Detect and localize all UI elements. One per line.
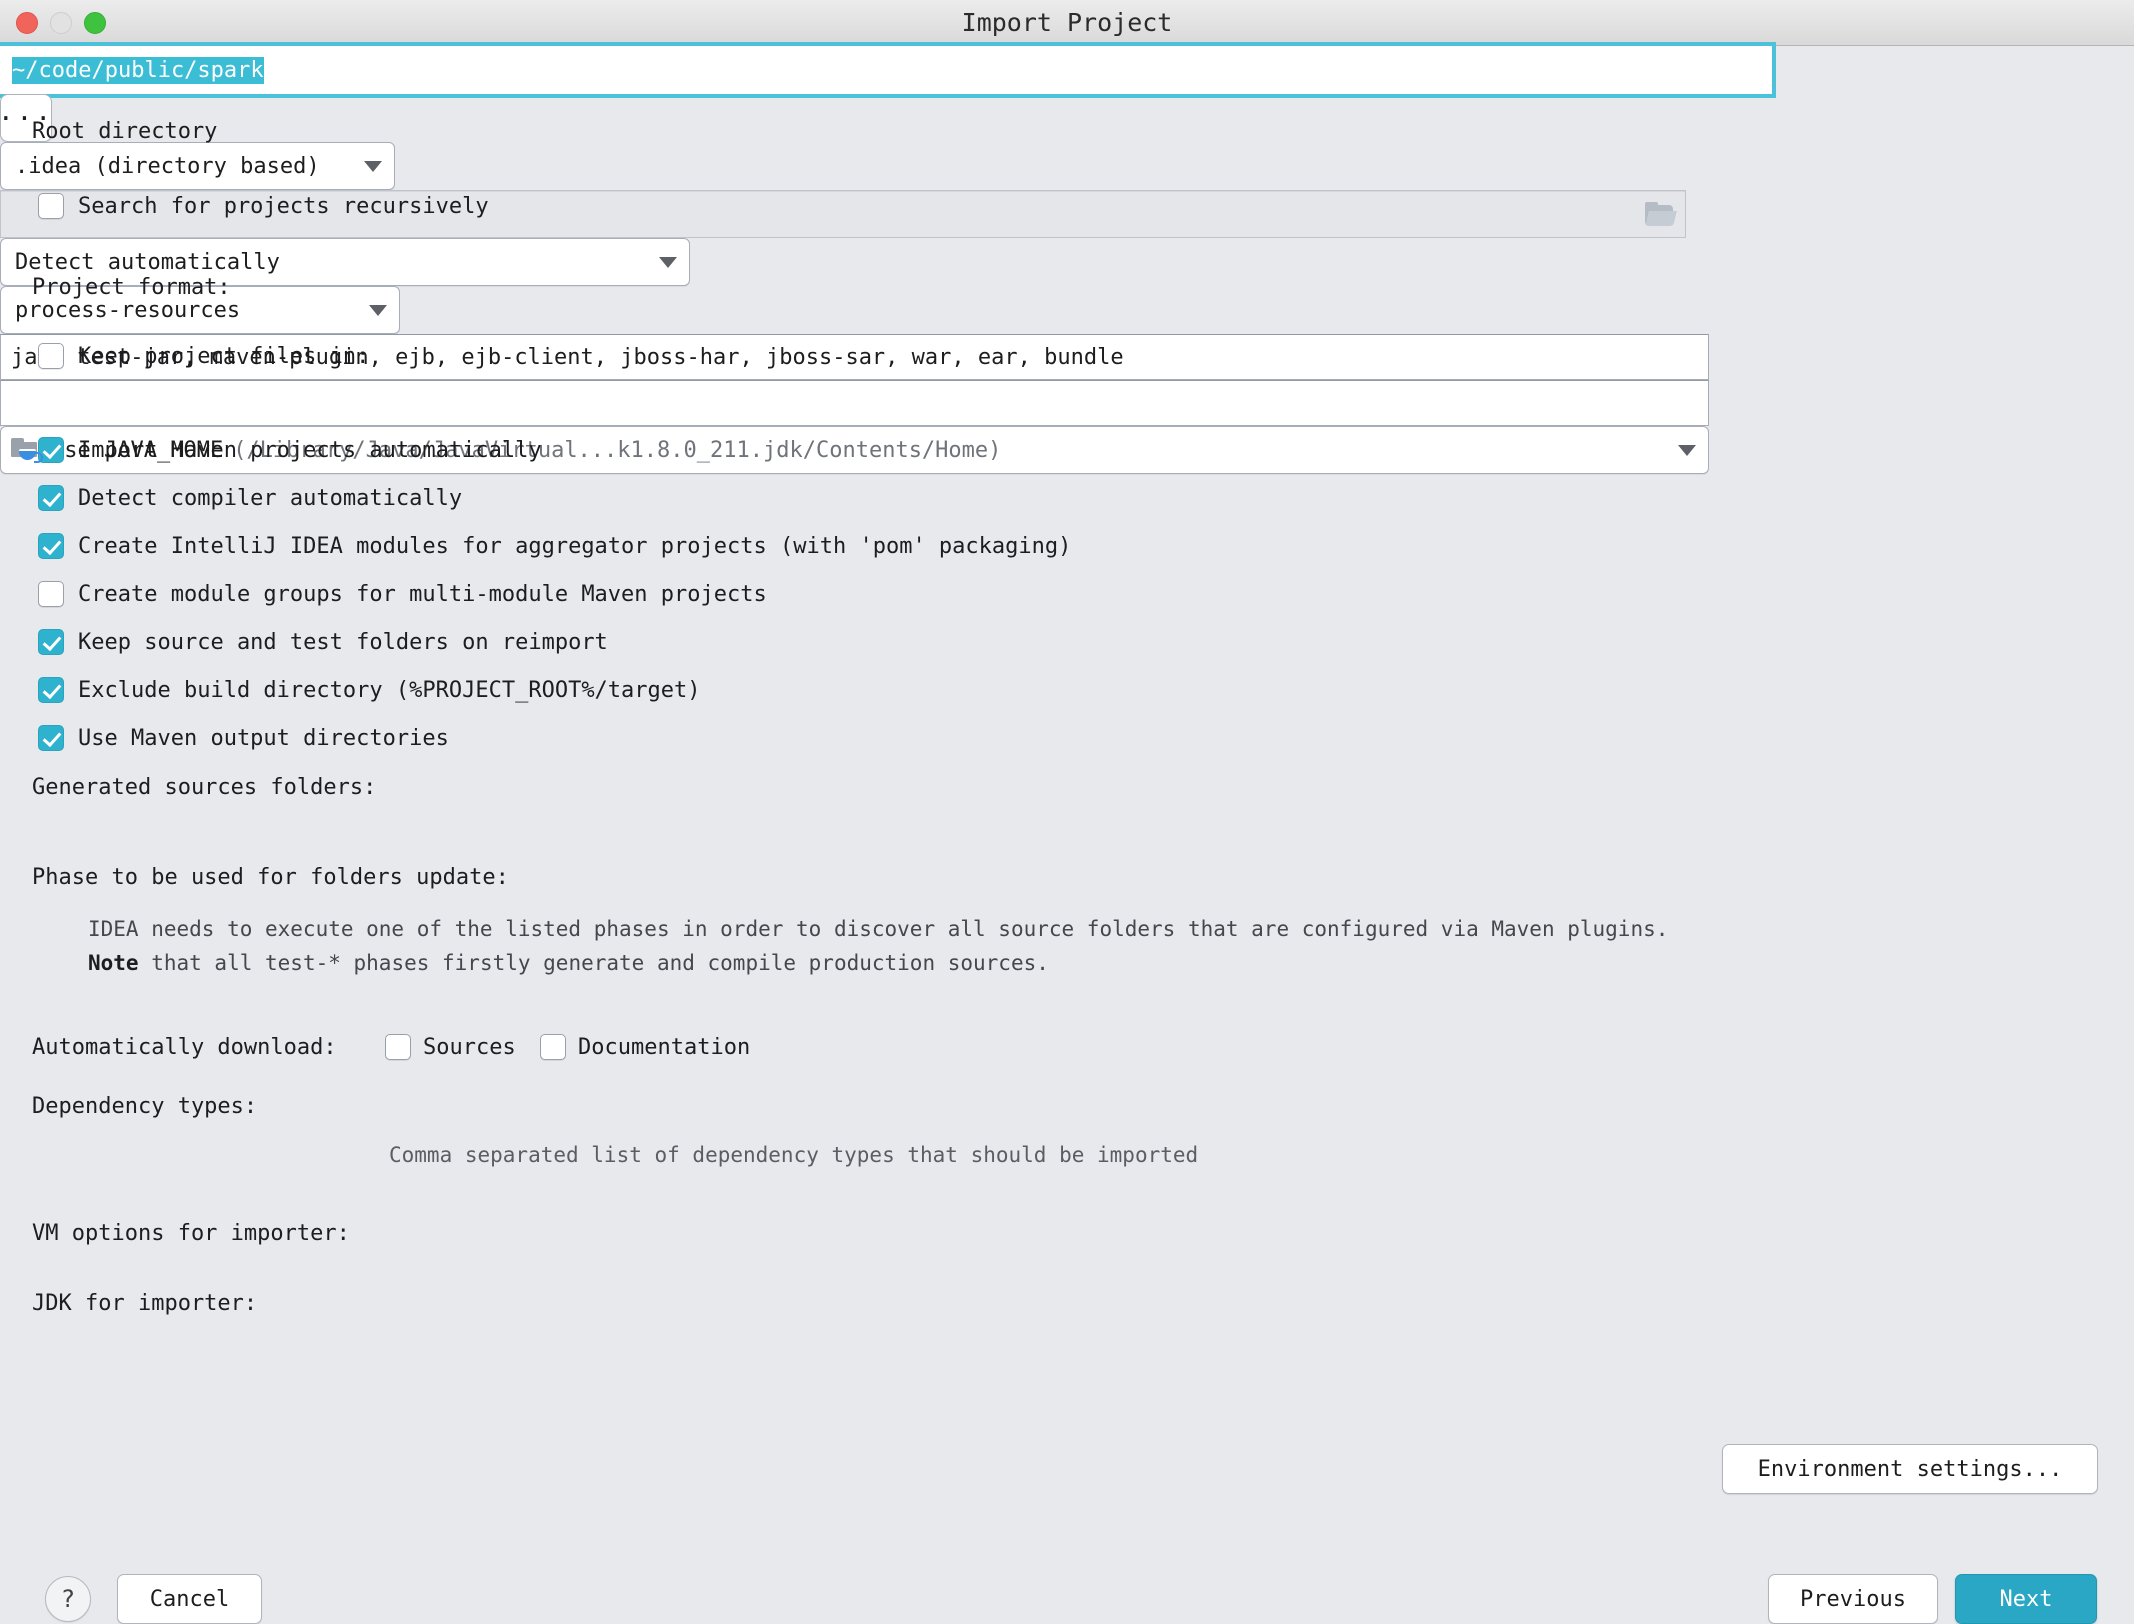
dependency-types-label-wrap: Dependency types: bbox=[32, 1094, 257, 1119]
keep-source-test-folders-checkbox[interactable] bbox=[38, 629, 64, 655]
use-maven-output-directories-label: Use Maven output directories bbox=[78, 725, 449, 751]
checkbox-row-create-modules[interactable]: Create IntelliJ IDEA modules for aggrega… bbox=[38, 522, 1071, 570]
project-format-label-wrap: Project format: bbox=[32, 275, 231, 300]
cancel-button[interactable]: Cancel bbox=[117, 1574, 262, 1624]
help-button[interactable]: ? bbox=[45, 1576, 91, 1622]
window-title: Import Project bbox=[961, 8, 1173, 37]
vm-options-label-wrap: VM options for importer: bbox=[32, 1221, 350, 1246]
chevron-down-icon bbox=[659, 256, 677, 268]
close-window-icon[interactable] bbox=[16, 11, 38, 34]
window-titlebar: Import Project bbox=[0, 0, 2134, 46]
root-directory-label: Root directory bbox=[32, 119, 218, 144]
generated-sources-value: Detect automatically bbox=[15, 249, 280, 275]
phase-note-line1: IDEA needs to execute one of the listed … bbox=[88, 917, 1669, 941]
download-sources-label: Sources bbox=[423, 1034, 516, 1060]
dialog-content: Root directory ~/code/public/spark ... S… bbox=[0, 46, 2134, 1624]
project-format-label: Project format: bbox=[32, 275, 231, 300]
project-format-select[interactable]: .idea (directory based) bbox=[0, 142, 395, 190]
maven-options-checkbox-list: Import Maven projects automatically Dete… bbox=[38, 426, 1071, 762]
java-folder-icon bbox=[11, 437, 43, 463]
download-documentation-checkbox-row[interactable]: Documentation bbox=[540, 1034, 750, 1060]
project-format-value: .idea (directory based) bbox=[15, 153, 320, 179]
environment-settings-button[interactable]: Environment settings... bbox=[1722, 1444, 2098, 1494]
keep-project-files-checkbox[interactable] bbox=[38, 343, 64, 369]
import-maven-automatically-label: Import Maven projects automatically bbox=[78, 437, 542, 463]
next-button[interactable]: Next bbox=[1955, 1574, 2097, 1624]
root-directory-input[interactable]: ~/code/public/spark bbox=[0, 46, 1772, 94]
folder-icon bbox=[1645, 202, 1677, 226]
keep-project-files-checkbox-row[interactable]: Keep project files in: bbox=[38, 343, 369, 369]
vm-options-label: VM options for importer: bbox=[32, 1221, 350, 1246]
phase-note-text: IDEA needs to execute one of the listed … bbox=[88, 912, 2038, 980]
download-documentation-checkbox[interactable] bbox=[540, 1034, 566, 1060]
use-maven-output-directories-checkbox[interactable] bbox=[38, 725, 64, 751]
download-sources-checkbox-row[interactable]: Sources bbox=[385, 1034, 516, 1060]
detect-compiler-label: Detect compiler automatically bbox=[78, 485, 463, 511]
checkbox-row-module-groups[interactable]: Create module groups for multi-module Ma… bbox=[38, 570, 1071, 618]
auto-download-label-wrap: Automatically download: bbox=[32, 1035, 337, 1060]
create-intellij-modules-label: Create IntelliJ IDEA modules for aggrega… bbox=[78, 533, 1072, 559]
exclude-build-directory-checkbox[interactable] bbox=[38, 677, 64, 703]
exclude-build-directory-label: Exclude build directory (%PROJECT_ROOT%/… bbox=[78, 677, 701, 703]
dependency-types-label: Dependency types: bbox=[32, 1094, 258, 1119]
dependency-types-hint: Comma separated list of dependency types… bbox=[389, 1143, 1199, 1167]
phase-update-label-wrap: Phase to be used for folders update: bbox=[32, 865, 509, 890]
download-sources-checkbox[interactable] bbox=[385, 1034, 411, 1060]
phase-update-value: process-resources bbox=[15, 297, 241, 323]
phase-note-bold: Note bbox=[88, 951, 139, 975]
download-documentation-label: Documentation bbox=[578, 1034, 751, 1060]
create-module-groups-checkbox[interactable] bbox=[38, 581, 64, 607]
auto-download-label: Automatically download: bbox=[32, 1035, 337, 1060]
search-recursively-checkbox-row[interactable]: Search for projects recursively bbox=[38, 193, 489, 219]
create-intellij-modules-checkbox[interactable] bbox=[38, 533, 64, 559]
checkbox-row-import-maven[interactable]: Import Maven projects automatically bbox=[38, 426, 1071, 474]
phase-note-rest: that all test-* phases firstly generate … bbox=[138, 951, 1049, 975]
vm-options-input[interactable] bbox=[0, 380, 1709, 426]
chevron-down-icon bbox=[369, 304, 387, 316]
jdk-importer-label: JDK for importer: bbox=[32, 1291, 258, 1316]
search-recursively-checkbox[interactable] bbox=[38, 193, 64, 219]
checkbox-row-maven-output[interactable]: Use Maven output directories bbox=[38, 714, 1071, 762]
chevron-down-icon bbox=[364, 160, 382, 172]
chevron-down-icon bbox=[1678, 444, 1696, 456]
search-recursively-label: Search for projects recursively bbox=[78, 193, 489, 219]
detect-compiler-checkbox[interactable] bbox=[38, 485, 64, 511]
phase-update-label: Phase to be used for folders update: bbox=[32, 865, 509, 890]
root-directory-value: ~/code/public/spark bbox=[12, 56, 264, 84]
keep-project-files-label: Keep project files in: bbox=[78, 343, 370, 369]
previous-button[interactable]: Previous bbox=[1768, 1574, 1938, 1624]
generated-sources-label-wrap: Generated sources folders: bbox=[32, 775, 376, 800]
phase-note-line2: Note that all test-* phases firstly gene… bbox=[88, 946, 2038, 980]
root-directory-label-wrap: Root directory bbox=[32, 119, 217, 144]
keep-source-test-folders-label: Keep source and test folders on reimport bbox=[78, 629, 608, 655]
generated-sources-label: Generated sources folders: bbox=[32, 775, 377, 800]
checkbox-row-exclude-build[interactable]: Exclude build directory (%PROJECT_ROOT%/… bbox=[38, 666, 1071, 714]
create-module-groups-label: Create module groups for multi-module Ma… bbox=[78, 581, 767, 607]
minimize-window-icon[interactable] bbox=[50, 11, 72, 34]
checkbox-row-keep-folders[interactable]: Keep source and test folders on reimport bbox=[38, 618, 1071, 666]
traffic-light-group bbox=[16, 0, 106, 45]
jdk-importer-label-wrap: JDK for importer: bbox=[32, 1291, 257, 1316]
checkbox-row-detect-compiler[interactable]: Detect compiler automatically bbox=[38, 474, 1071, 522]
maximize-window-icon[interactable] bbox=[84, 11, 106, 34]
